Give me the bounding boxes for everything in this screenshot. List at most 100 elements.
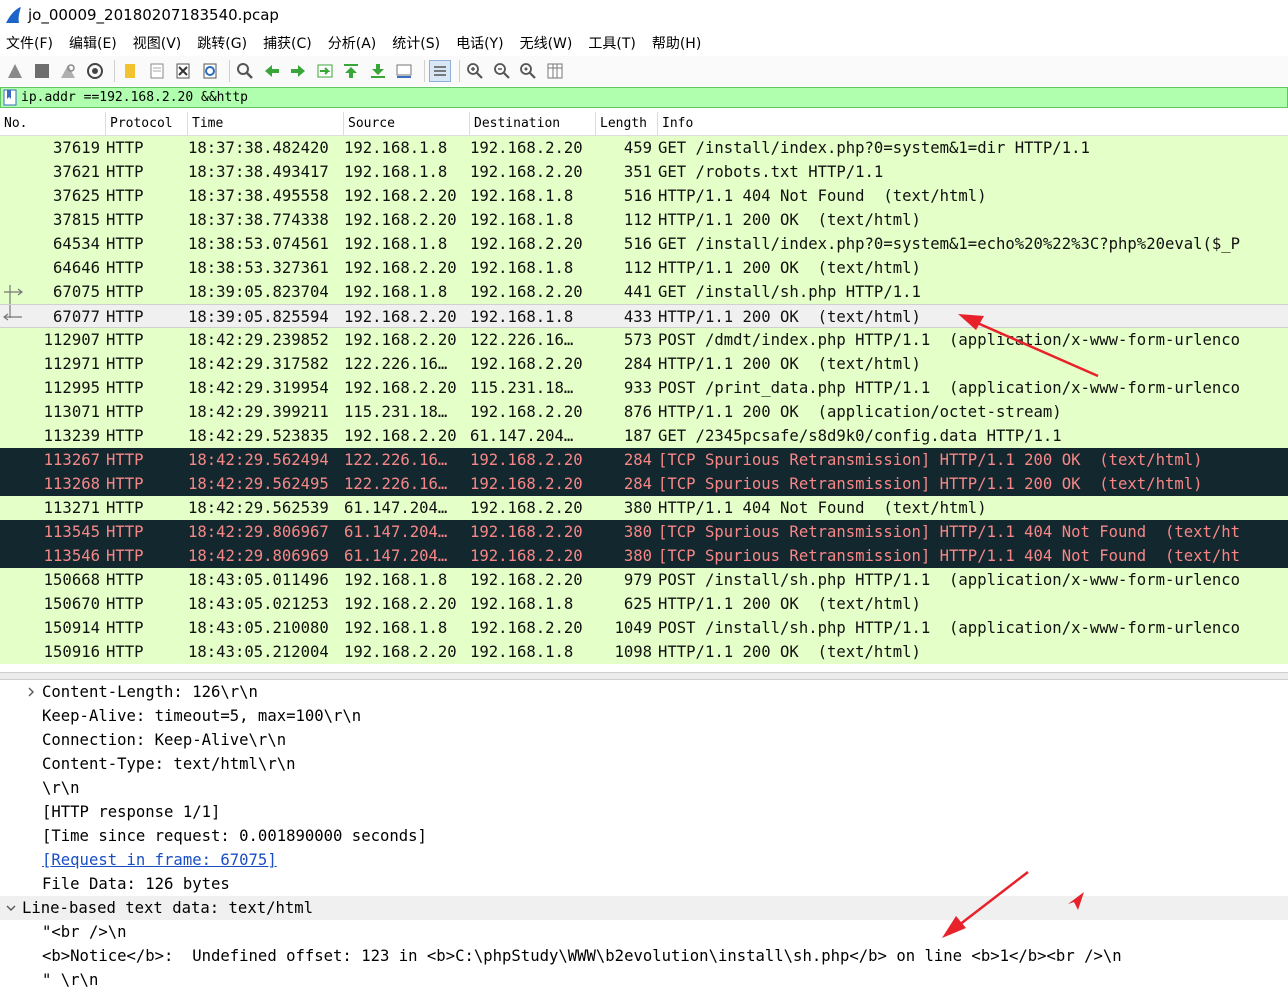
- capture-options-icon[interactable]: [84, 60, 106, 82]
- detail-row[interactable]: [HTTP response 1/1]: [0, 800, 1288, 824]
- detail-row[interactable]: " \r\n: [0, 968, 1288, 992]
- column-header-time[interactable]: Time: [188, 112, 344, 136]
- cell-time: 18:43:05.212004: [188, 643, 329, 661]
- stop-capture-icon[interactable]: [31, 60, 53, 82]
- cell-time: 18:42:29.806967: [188, 523, 329, 541]
- cell-len: 1049: [614, 619, 652, 637]
- display-filter-input[interactable]: [21, 88, 1221, 107]
- detail-row[interactable]: [Time since request: 0.001890000 seconds…: [0, 824, 1288, 848]
- cell-dst: 192.168.2.20: [470, 475, 583, 493]
- cell-proto: HTTP: [106, 643, 144, 661]
- cell-dst: 122.226.16…: [470, 331, 574, 349]
- pane-splitter[interactable]: [0, 672, 1288, 680]
- menu-item[interactable]: 无线(W): [520, 33, 573, 53]
- packet-row[interactable]: 64534 HTTP 18:38:53.074561 192.168.1.8 192.1…: [0, 232, 1288, 256]
- detail-row[interactable]: Line-based text data: text/html: [0, 896, 1288, 920]
- filter-bookmark-icon[interactable]: [3, 89, 17, 106]
- cell-len: 112: [623, 259, 652, 277]
- packet-row[interactable]: 67075 HTTP 18:39:05.823704 192.168.1.8 192.1…: [0, 280, 1288, 304]
- zoom-in-icon[interactable]: [464, 60, 486, 82]
- cell-dst: 192.168.2.20: [470, 283, 583, 301]
- chevron-right-icon[interactable]: [24, 680, 38, 704]
- column-header-length[interactable]: Length: [596, 112, 658, 136]
- menu-item[interactable]: 电话(Y): [456, 33, 503, 53]
- packet-row[interactable]: 113545 HTTP 18:42:29.806967 61.147.204… 192.…: [0, 520, 1288, 544]
- packet-row[interactable]: 37815 HTTP 18:37:38.774338 192.168.2.20 192.…: [0, 208, 1288, 232]
- packet-row[interactable]: 150916 HTTP 18:43:05.212004 192.168.2.20 192…: [0, 640, 1288, 664]
- packet-row[interactable]: 112907 HTTP 18:42:29.239852 192.168.2.20 122…: [0, 328, 1288, 352]
- find-packet-icon[interactable]: [234, 60, 256, 82]
- column-header-info[interactable]: Info: [658, 112, 1288, 136]
- go-to-packet-icon[interactable]: [314, 60, 336, 82]
- close-file-icon[interactable]: [172, 60, 194, 82]
- packet-row[interactable]: 113239 HTTP 18:42:29.523835 192.168.2.20 61.…: [0, 424, 1288, 448]
- start-capture-icon[interactable]: [4, 60, 26, 82]
- chevron-down-icon[interactable]: [4, 896, 18, 920]
- detail-row[interactable]: Connection: Keep-Alive\r\n: [0, 728, 1288, 752]
- packet-row[interactable]: 64646 HTTP 18:38:53.327361 192.168.2.20 192.…: [0, 256, 1288, 280]
- colorize-icon[interactable]: [428, 60, 451, 82]
- cell-proto: HTTP: [106, 211, 144, 229]
- packet-row[interactable]: 113071 HTTP 18:42:29.399211 115.231.18… 192.…: [0, 400, 1288, 424]
- go-back-icon[interactable]: [261, 60, 283, 82]
- column-header-destination[interactable]: Destination: [470, 112, 596, 136]
- packet-row[interactable]: 37619 HTTP 18:37:38.482420 192.168.1.8 192.1…: [0, 136, 1288, 160]
- menu-item[interactable]: 捕获(C): [263, 33, 312, 53]
- cell-dst: 115.231.18…: [470, 379, 574, 397]
- detail-row[interactable]: Content-Length: 126\r\n: [0, 680, 1288, 704]
- wireshark-fin-icon: [6, 7, 21, 23]
- menu-bar: 文件(F) 编辑(E) 视图(V) 跳转(G) 捕获(C) 分析(A) 统计(S) 电话(Y)…: [0, 30, 1288, 56]
- detail-row[interactable]: <b>Notice</b>: Undefined offset: 123 in …: [0, 944, 1288, 968]
- menu-item[interactable]: 工具(T): [588, 33, 635, 53]
- zoom-out-icon[interactable]: [491, 60, 513, 82]
- detail-row[interactable]: File Data: 126 bytes: [0, 872, 1288, 896]
- go-first-packet-icon[interactable]: [340, 60, 362, 82]
- menu-item[interactable]: 跳转(G): [197, 33, 247, 53]
- go-last-packet-icon[interactable]: [367, 60, 389, 82]
- menu-item[interactable]: 文件(F): [6, 33, 53, 53]
- detail-row[interactable]: \r\n: [0, 776, 1288, 800]
- packet-row[interactable]: 150670 HTTP 18:43:05.021253 192.168.2.20 192…: [0, 592, 1288, 616]
- auto-scroll-icon[interactable]: [393, 60, 415, 82]
- request-frame-link[interactable]: [Request in frame: 67075]: [42, 851, 277, 869]
- restart-capture-icon[interactable]: [57, 60, 79, 82]
- cell-len: 112: [623, 211, 652, 229]
- cell-info: POST /dmdt/index.php HTTP/1.1 (applicati…: [658, 331, 1241, 349]
- packet-row[interactable]: 112995 HTTP 18:42:29.319954 192.168.2.20 115…: [0, 376, 1288, 400]
- packet-row[interactable]: 150668 HTTP 18:43:05.011496 192.168.1.8 192.…: [0, 568, 1288, 592]
- column-header-source[interactable]: Source: [344, 112, 470, 136]
- cell-dst: 192.168.1.8: [470, 595, 574, 613]
- column-header-no[interactable]: No.: [0, 112, 106, 136]
- go-forward-icon[interactable]: [287, 60, 309, 82]
- detail-row[interactable]: "<br />\n: [0, 920, 1288, 944]
- resize-columns-icon[interactable]: [544, 60, 566, 82]
- cell-src: 192.168.1.8: [344, 235, 448, 253]
- menu-item[interactable]: 帮助(H): [652, 33, 701, 53]
- packet-row[interactable]: 37621 HTTP 18:37:38.493417 192.168.1.8 192.1…: [0, 160, 1288, 184]
- menu-item[interactable]: 编辑(E): [69, 33, 117, 53]
- save-file-icon[interactable]: [146, 60, 168, 82]
- detail-row[interactable]: Keep-Alive: timeout=5, max=100\r\n: [0, 704, 1288, 728]
- open-file-icon[interactable]: [119, 60, 141, 82]
- cell-time: 18:42:29.319954: [188, 379, 329, 397]
- packet-row[interactable]: 113268 HTTP 18:42:29.562495 122.226.16… 192.…: [0, 472, 1288, 496]
- cell-proto: HTTP: [106, 259, 144, 277]
- menu-item[interactable]: 统计(S): [392, 33, 440, 53]
- cell-src: 192.168.1.8: [344, 283, 448, 301]
- cell-info: GET /robots.txt HTTP/1.1: [658, 163, 884, 181]
- packet-row-selected[interactable]: 67077 HTTP 18:39:05.825594 192.168.2.20 192.…: [0, 304, 1288, 328]
- zoom-normal-icon[interactable]: [517, 60, 539, 82]
- packet-row[interactable]: 113271 HTTP 18:42:29.562539 61.147.204… 192.…: [0, 496, 1288, 520]
- reload-file-icon[interactable]: [199, 60, 221, 82]
- menu-item[interactable]: 视图(V): [133, 33, 182, 53]
- packet-row[interactable]: 37625 HTTP 18:37:38.495558 192.168.2.20 192.…: [0, 184, 1288, 208]
- cell-dst: 192.168.2.20: [470, 163, 583, 181]
- detail-row[interactable]: [Request in frame: 67075]: [0, 848, 1288, 872]
- detail-row[interactable]: Content-Type: text/html\r\n: [0, 752, 1288, 776]
- menu-item[interactable]: 分析(A): [328, 33, 377, 53]
- packet-row[interactable]: 112971 HTTP 18:42:29.317582 122.226.16… 192.…: [0, 352, 1288, 376]
- packet-row[interactable]: 113546 HTTP 18:42:29.806969 61.147.204… 192.…: [0, 544, 1288, 568]
- packet-row[interactable]: 113267 HTTP 18:42:29.562494 122.226.16… 192.…: [0, 448, 1288, 472]
- column-header-protocol[interactable]: Protocol: [106, 112, 188, 136]
- packet-row[interactable]: 150914 HTTP 18:43:05.210080 192.168.1.8 192.…: [0, 616, 1288, 640]
